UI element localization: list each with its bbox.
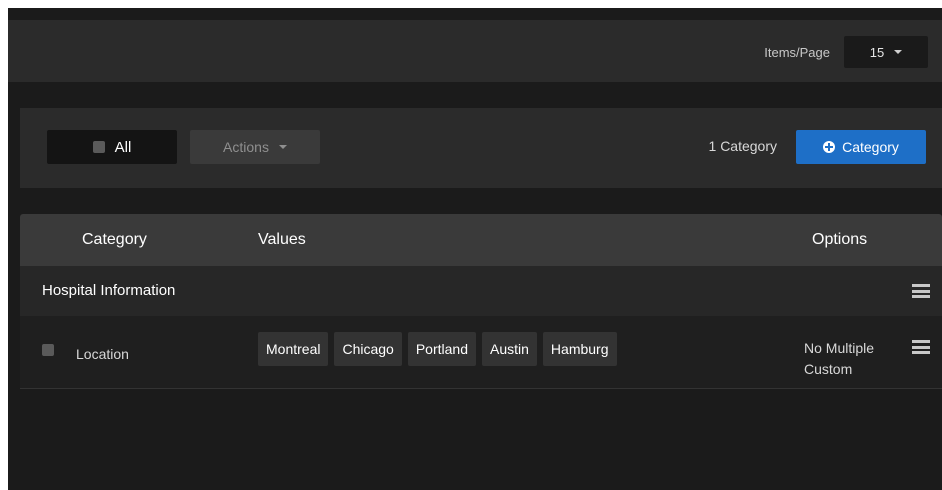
- column-header-options: Options: [812, 231, 868, 248]
- checkbox-icon[interactable]: [92, 141, 105, 153]
- value-tag: Austin: [482, 332, 537, 366]
- menu-icon[interactable]: [912, 340, 930, 354]
- plus-circle-icon: [823, 141, 836, 153]
- value-tags: Montreal Chicago Portland Austin Hamburg: [258, 332, 617, 366]
- column-header-category[interactable]: Category: [82, 231, 147, 249]
- table-header: Category Values Options: [20, 214, 942, 266]
- table-row: Location Montreal Chicago Portland Austi…: [20, 316, 942, 389]
- actions-dropdown[interactable]: Actions: [190, 130, 320, 164]
- option-custom: Custom: [804, 361, 853, 377]
- actions-label: Actions: [223, 139, 269, 155]
- chevron-down-icon: [278, 145, 287, 149]
- row-checkbox[interactable]: [42, 344, 54, 356]
- category-toolbar: All Actions 1 Category Category: [20, 108, 942, 188]
- app-frame: Items/Page 15 All Actions 1 Category Cat…: [8, 8, 942, 490]
- category-group-row: Hospital Information: [20, 266, 942, 316]
- chevron-down-icon: [894, 50, 903, 54]
- add-category-button[interactable]: Category: [796, 130, 926, 164]
- value-tag: Chicago: [334, 332, 402, 366]
- items-per-page-label: Items/Page: [764, 45, 830, 60]
- add-category-label: Category: [842, 139, 899, 155]
- pagination-bar: Items/Page 15: [8, 20, 942, 82]
- category-count: 1 Category: [708, 138, 777, 154]
- column-header-values: Values: [258, 231, 306, 248]
- items-per-page-value: 15: [869, 44, 885, 60]
- items-per-page-select[interactable]: 15: [844, 36, 928, 68]
- value-tag: Montreal: [258, 332, 329, 366]
- row-label: Location: [76, 346, 129, 362]
- select-all-button[interactable]: All: [47, 130, 177, 164]
- option-multiple: No Multiple: [804, 340, 875, 356]
- select-all-label: All: [114, 138, 132, 156]
- value-tag: Hamburg: [542, 332, 617, 366]
- group-title: Hospital Information: [42, 282, 176, 299]
- value-tag: Portland: [407, 332, 476, 366]
- row-options: No Multiple Custom: [804, 338, 904, 380]
- menu-icon[interactable]: [912, 284, 930, 298]
